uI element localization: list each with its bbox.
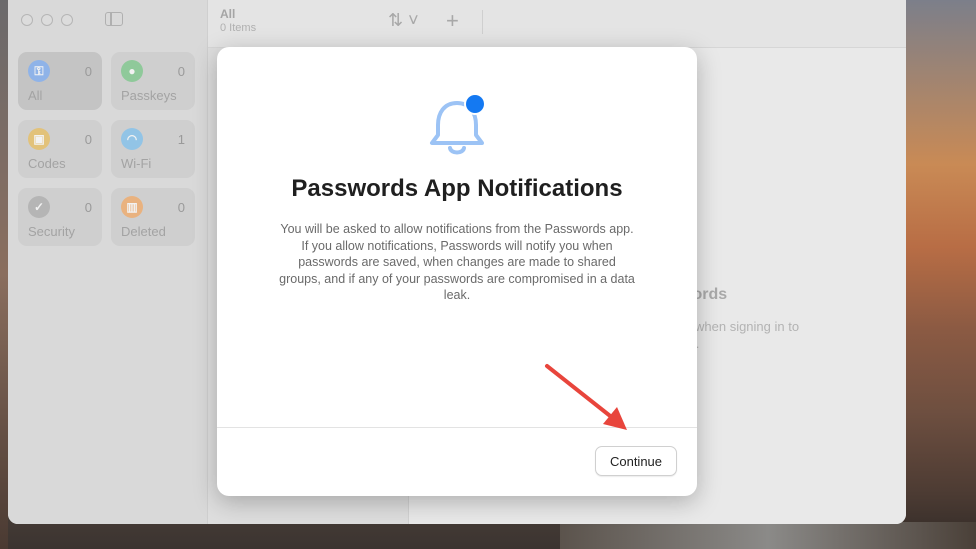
sidebar-tile-all[interactable]: ⚿ 0 All <box>18 52 102 110</box>
sort-icon[interactable]: ⇅ ˅ <box>388 10 419 31</box>
key-icon: ⚿ <box>28 60 50 82</box>
dialog-divider <box>217 427 697 428</box>
desktop-wallpaper-bottom <box>560 522 976 549</box>
dialog-body: You will be asked to allow notifications… <box>279 222 635 302</box>
close-window-button[interactable] <box>21 14 33 26</box>
tile-label: Codes <box>28 156 66 171</box>
bell-icon <box>430 93 486 155</box>
notifications-dialog: Passwords App Notifications You will be … <box>217 47 697 496</box>
dialog-title: Passwords App Notifications <box>291 175 623 202</box>
tile-label: Wi-Fi <box>121 156 152 171</box>
sidebar-tile-security[interactable]: ✓ 0 Security <box>18 188 102 246</box>
sidebar-tile-passkeys[interactable]: ● 0 Passkeys <box>111 52 195 110</box>
background-body: ly when signing in to ps. <box>682 319 800 351</box>
notification-badge-icon <box>466 95 484 113</box>
sidebar-tile-codes[interactable]: ▣ 0 Codes <box>18 120 102 178</box>
tile-count: 0 <box>177 200 185 215</box>
sidebar: ⚿ 0 All ● 0 Passkeys ▣ 0 Codes ◠ 1 Wi-Fi… <box>8 0 208 524</box>
tile-count: 0 <box>84 200 92 215</box>
person-icon: ● <box>121 60 143 82</box>
desktop-wallpaper-left <box>0 0 8 549</box>
tile-label: Passkeys <box>121 88 177 103</box>
desktop-wallpaper <box>900 0 976 549</box>
tile-count: 0 <box>84 132 92 147</box>
tile-count: 1 <box>177 132 185 147</box>
wifi-icon: ◠ <box>121 128 143 150</box>
tile-label: All <box>28 88 43 103</box>
trash-icon: ▥ <box>121 196 143 218</box>
tile-label: Deleted <box>121 224 166 239</box>
toolbar: All 0 Items ⇅ ˅ + <box>208 0 906 48</box>
add-icon[interactable]: + <box>446 8 459 34</box>
tile-label: Security <box>28 224 75 239</box>
sidebar-toggle-icon[interactable] <box>105 12 123 26</box>
tile-count: 0 <box>84 64 92 79</box>
list-title: All <box>220 7 236 21</box>
toolbar-divider <box>482 10 483 34</box>
sidebar-tile-deleted[interactable]: ▥ 0 Deleted <box>111 188 195 246</box>
zoom-window-button[interactable] <box>61 14 73 26</box>
minimize-window-button[interactable] <box>41 14 53 26</box>
checkmark-icon: ✓ <box>28 196 50 218</box>
tile-count: 0 <box>177 64 185 79</box>
lock-icon: ▣ <box>28 128 50 150</box>
continue-button[interactable]: Continue <box>595 446 677 476</box>
sidebar-tile-wifi[interactable]: ◠ 1 Wi-Fi <box>111 120 195 178</box>
list-item-count: 0 Items <box>220 22 257 34</box>
